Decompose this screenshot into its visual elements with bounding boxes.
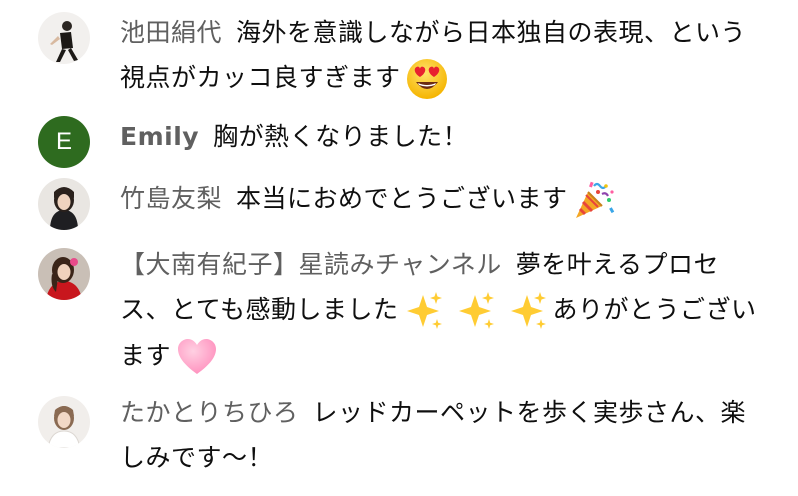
comment-item: 竹島友梨 本当におめでとうございます <box>0 176 798 242</box>
heart-eyes-emoji <box>405 57 449 101</box>
comment-body: 【大南有紀子】星読みチャンネル 夢を叶えるプロセス、とても感動しました ありがとう… <box>120 242 758 379</box>
comment-item: 池田絹代 海外を意識しながら日本独自の表現、という視点がカッコ良すぎます <box>0 10 798 114</box>
comment-body: 竹島友梨 本当におめでとうございます <box>120 176 758 222</box>
comment-body: 池田絹代 海外を意識しながら日本独自の表現、という視点がカッコ良すぎます <box>120 10 758 101</box>
party-popper-emoji <box>572 178 616 222</box>
comment-author[interactable]: たかとりちひろ <box>120 398 299 427</box>
avatar[interactable] <box>38 396 90 448</box>
avatar[interactable] <box>38 178 90 230</box>
comment-author[interactable]: 池田絹代 <box>120 18 222 47</box>
pink-heart-emoji <box>175 335 219 379</box>
comment-item: たかとりちひろ レッドカーペットを歩く実歩さん、楽しみです〜！ <box>0 390 798 490</box>
comment-author[interactable]: 【大南有紀子】星読みチャンネル <box>120 250 502 279</box>
avatar[interactable] <box>38 12 90 64</box>
comment-author[interactable]: 竹島友梨 <box>120 184 222 213</box>
comment-body: Emily 胸が熱くなりました！ <box>120 114 758 159</box>
comment-text: 本当におめでとうございます <box>236 184 568 213</box>
comment-text: 胸が熱くなりました！ <box>213 122 469 151</box>
avatar[interactable] <box>38 248 90 300</box>
comment-author[interactable]: Emily <box>120 122 199 151</box>
comment-item: 【大南有紀子】星読みチャンネル 夢を叶えるプロセス、とても感動しました ありがとう… <box>0 242 798 390</box>
comment-list: 池田絹代 海外を意識しながら日本独自の表現、という視点がカッコ良すぎます E E… <box>0 0 798 496</box>
sparkles-emoji <box>403 289 553 333</box>
avatar[interactable]: E <box>38 116 90 168</box>
comment-item: E Emily 胸が熱くなりました！ <box>0 114 798 176</box>
comment-body: たかとりちひろ レッドカーペットを歩く実歩さん、楽しみです〜！ <box>120 390 758 480</box>
